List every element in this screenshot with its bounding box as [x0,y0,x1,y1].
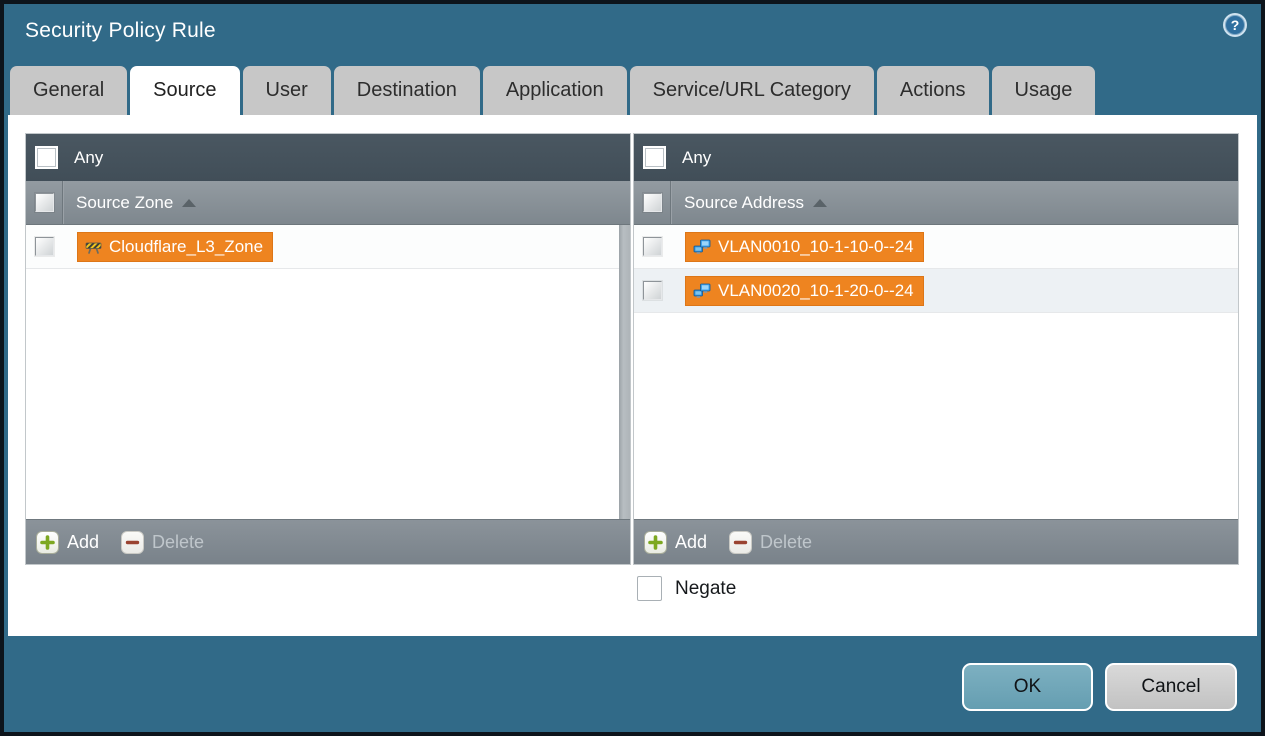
source-zone-any-bar: Any [26,134,630,181]
source-address-column-header: Source Address [634,181,1238,225]
scrollbar-track[interactable] [619,225,630,519]
source-address-any-bar: Any [634,134,1238,181]
source-address-select-all-checkbox[interactable] [642,193,662,212]
add-icon [644,530,667,554]
add-label: Add [67,531,100,552]
source-zone-column-label[interactable]: Source Zone [76,193,173,213]
zone-name: Cloudflare_L3_Zone [109,236,264,256]
source-address-footer: Add Delete [634,519,1238,564]
ok-button[interactable]: OK [962,663,1093,711]
row-checkbox-cell [634,281,671,300]
tab-source[interactable]: Source [130,66,240,115]
source-zone-list: Cloudflare_L3_Zone [26,225,630,519]
table-row[interactable]: VLAN0020_10-1-20-0--24 [634,269,1238,313]
source-address-panel: Any Source Address VLAN0010_10-1-10-0--2… [633,133,1239,565]
source-address-any-label: Any [682,147,712,167]
network-icon [693,283,711,299]
titlebar: Security Policy Rule ? [4,4,1261,62]
tab-destination[interactable]: Destination [333,66,480,115]
security-policy-rule-dialog: Security Policy Rule ? General Source Us… [4,4,1261,732]
cancel-button[interactable]: Cancel [1105,663,1237,711]
dialog-title: Security Policy Rule [25,19,216,42]
add-label: Add [675,531,708,552]
tab-usage[interactable]: Usage [991,66,1096,115]
network-icon [693,239,711,255]
source-zone-footer: Add Delete [26,519,630,564]
address-chip[interactable]: VLAN0010_10-1-10-0--24 [685,231,924,262]
address-name: VLAN0020_10-1-20-0--24 [718,280,914,300]
delete-label: Delete [760,531,813,552]
tab-content-source: Any Source Zone Cloudflare_L3_Zone Add D… [8,115,1257,636]
select-all-cell [634,181,671,224]
negate-checkbox[interactable] [637,576,662,601]
address-name: VLAN0010_10-1-10-0--24 [718,236,914,256]
negate-label: Negate [675,577,737,599]
delete-label: Delete [152,531,205,552]
tab-service-url-category[interactable]: Service/URL Category [629,66,874,115]
delete-button[interactable]: Delete [729,530,813,554]
tab-actions[interactable]: Actions [876,66,989,115]
select-all-cell [26,181,63,224]
row-checkbox[interactable] [643,281,662,300]
address-chip[interactable]: VLAN0020_10-1-20-0--24 [685,275,924,306]
delete-icon [121,530,145,554]
source-address-list: VLAN0010_10-1-10-0--24 VLAN0020_10-1-20-… [634,225,1238,519]
tab-user[interactable]: User [242,66,331,115]
row-checkbox-cell [634,237,671,256]
table-row[interactable]: Cloudflare_L3_Zone [26,225,630,269]
add-button[interactable]: Add [644,530,708,554]
source-zone-panel: Any Source Zone Cloudflare_L3_Zone Add D… [25,133,631,565]
source-zone-any-label: Any [74,147,104,167]
row-checkbox-cell [26,237,63,256]
zone-icon [85,239,102,255]
sort-ascending-icon[interactable] [182,198,197,207]
zone-chip[interactable]: Cloudflare_L3_Zone [77,231,274,262]
delete-button[interactable]: Delete [121,530,205,554]
sort-ascending-icon[interactable] [813,198,828,207]
svg-text:?: ? [1231,17,1240,33]
source-address-any-checkbox[interactable] [643,146,666,169]
table-row[interactable]: VLAN0010_10-1-10-0--24 [634,225,1238,269]
delete-icon [729,530,753,554]
help-icon[interactable]: ? [1222,12,1248,38]
add-icon [36,530,59,554]
add-button[interactable]: Add [36,530,100,554]
source-zone-select-all-checkbox[interactable] [34,193,54,212]
source-zone-any-checkbox[interactable] [35,146,58,169]
tab-application[interactable]: Application [482,66,627,115]
source-zone-column-header: Source Zone [26,181,630,225]
tab-general[interactable]: General [10,66,128,115]
row-checkbox[interactable] [643,237,662,256]
source-address-column-label[interactable]: Source Address [684,193,804,213]
row-checkbox[interactable] [35,237,54,256]
tab-bar: General Source User Destination Applicat… [10,62,1096,115]
negate-row: Negate [637,576,736,601]
